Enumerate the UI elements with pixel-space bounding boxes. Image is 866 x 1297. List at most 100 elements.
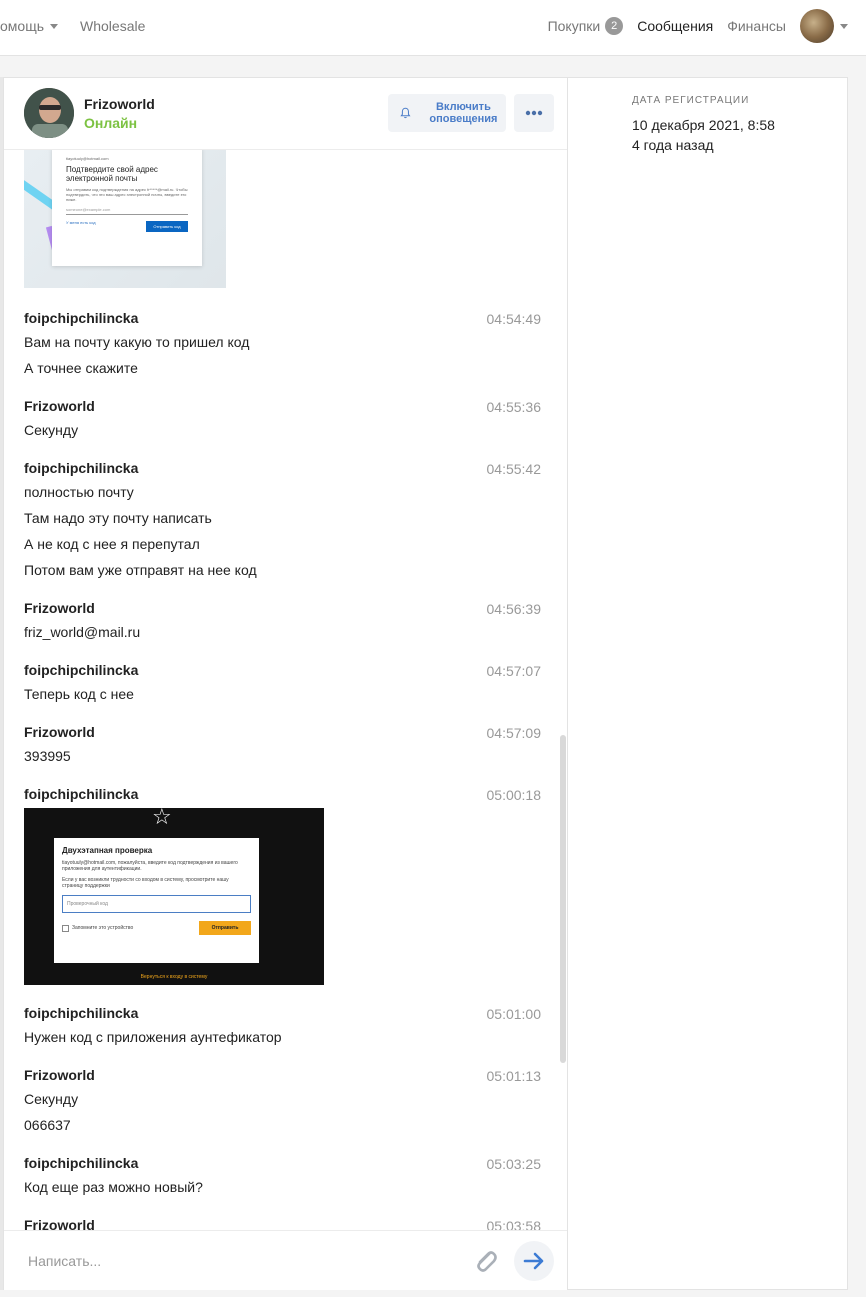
nav-messages-link[interactable]: Сообщения — [637, 18, 713, 34]
message-author[interactable]: foipchipchilincka — [24, 1005, 544, 1021]
message-time: 04:54:49 — [486, 311, 542, 327]
image-button: Отправить код — [146, 221, 188, 232]
purchases-count-badge: 2 — [605, 17, 624, 35]
message: foipchipchilincka 05:01:00 Нужен код с п… — [24, 1005, 544, 1047]
message-list-scrollbar[interactable] — [560, 735, 566, 1063]
registration-date: 10 декабря 2021, 8:58 — [632, 117, 775, 133]
message-composer: Написать... — [4, 1230, 567, 1290]
message-text: Вам на почту какую то пришел код — [24, 334, 250, 350]
nav-wholesale-link[interactable]: Wholesale — [80, 18, 145, 34]
message: Frizoworld 04:56:39 friz_world@mail.ru — [24, 600, 544, 642]
message-author[interactable]: Frizoworld — [24, 1067, 544, 1083]
chevron-down-icon[interactable] — [840, 23, 848, 29]
message-image-attachment[interactable]: tiayotuuly@hotmail.com Подтвердите свой … — [24, 150, 226, 288]
message-text: Секунду — [24, 1091, 79, 1107]
message: foipchipchilincka 05:03:25 Код еще раз м… — [24, 1155, 544, 1197]
message-time: 04:56:39 — [486, 601, 542, 617]
message-author[interactable]: foipchipchilincka — [24, 460, 544, 476]
message: foipchipchilincka 04:55:42 полностью поч… — [24, 460, 544, 580]
message-text: friz_world@mail.ru — [24, 624, 141, 640]
message-text: полностью почту — [24, 484, 134, 500]
message-time: 05:03:25 — [486, 1156, 542, 1172]
nav-wholesale-label: Wholesale — [80, 18, 146, 34]
message-text: А точнее скажите — [24, 360, 138, 376]
message: Frizoworld 05:03:58 — [24, 1217, 544, 1230]
contact-status: Онлайн — [84, 115, 138, 131]
image-link: Вернуться к входу в систему — [140, 974, 208, 980]
checkbox-icon — [62, 924, 69, 932]
registration-date-label: ДАТА РЕГИСТРАЦИИ — [632, 95, 750, 106]
message-time: 05:03:58 — [486, 1218, 542, 1230]
nav-purchases-link[interactable]: Покупки 2 — [548, 17, 624, 35]
image-field: someone@example.com — [66, 207, 188, 215]
message-author[interactable]: Frizoworld — [24, 398, 544, 414]
nav-finance-label: Финансы — [727, 18, 786, 34]
image-email-verify-card: tiayotuuly@hotmail.com Подтвердите свой … — [52, 150, 202, 266]
image-text: tiayotuuly@hotmail.com — [66, 156, 109, 161]
message-text: 066637 — [24, 1117, 71, 1133]
message-author[interactable]: foipchipchilincka — [24, 662, 544, 678]
image-text: tiayotuuly@hotmail.com, пожалуйста, введ… — [62, 860, 238, 872]
message-author[interactable]: Frizoworld — [24, 600, 544, 616]
enable-notifications-label: Включить оповещения — [429, 101, 498, 125]
nav-purchases-label: Покупки — [547, 18, 601, 34]
message-time: 04:55:36 — [486, 399, 542, 415]
image-text: Если у вас возникли трудности со входом … — [62, 877, 229, 889]
message-list: tiayotuuly@hotmail.com Подтвердите свой … — [4, 150, 567, 1230]
image-field: Проверочный код — [62, 895, 251, 913]
image-title: Подтвердите свой адрес электронной почты — [66, 165, 158, 183]
message-text: Там надо эту почту написать — [24, 510, 212, 526]
message-author[interactable]: Frizoworld — [24, 1217, 544, 1230]
message: Frizoworld 04:57:09 393995 — [24, 724, 544, 766]
message-author[interactable]: foipchipchilincka — [24, 1155, 544, 1171]
message-time: 04:55:42 — [486, 461, 542, 477]
nav-help-menu[interactable]: омощь — [0, 18, 59, 34]
message-time: 04:57:07 — [486, 663, 542, 679]
message-time: 05:01:13 — [486, 1068, 542, 1084]
message-input[interactable]: Написать... — [28, 1253, 101, 1269]
nav-finance-link[interactable]: Финансы — [727, 18, 786, 34]
message-time: 04:57:09 — [486, 725, 542, 741]
image-button: Отправить — [199, 921, 251, 935]
contact-name[interactable]: Frizoworld — [84, 96, 155, 112]
image-checkbox: Запомните это устройство — [62, 924, 133, 932]
star-icon: ☆ — [152, 808, 172, 829]
message-author[interactable]: foipchipchilincka — [24, 310, 544, 326]
message-text: Потом вам уже отправят на нее код — [24, 562, 257, 578]
message-time: 05:00:18 — [486, 787, 542, 803]
message-text: Секунду — [24, 422, 79, 438]
image-title: Двухэтапная проверка — [62, 846, 153, 855]
top-navbar: омощь Wholesale Покупки 2 Сообщения Фина… — [0, 0, 866, 56]
user-avatar[interactable] — [800, 9, 834, 43]
message-text: А не код с нее я перепутал — [24, 536, 200, 552]
more-options-button[interactable] — [514, 94, 554, 132]
arrow-right-icon — [523, 1252, 544, 1270]
send-button[interactable] — [514, 1241, 554, 1281]
nav-messages-label: Сообщения — [637, 18, 714, 34]
chat-panel: Frizoworld Онлайн Включить оповещения ti… — [3, 77, 568, 1290]
message-image-attachment[interactable]: ☆ Двухэтапная проверка tiayotuuly@hotmai… — [24, 808, 324, 985]
registration-ago: 4 года назад — [632, 137, 714, 153]
message: Frizoworld 05:01:13 Секунду 066637 — [24, 1067, 544, 1135]
message: foipchipchilincka 04:54:49 Вам на почту … — [24, 310, 544, 378]
message-time: 05:01:00 — [486, 1006, 542, 1022]
chat-header: Frizoworld Онлайн Включить оповещения — [4, 78, 567, 150]
bell-icon — [400, 107, 411, 119]
message: foipchipchilincka 04:57:07 Теперь код с … — [24, 662, 544, 704]
message: foipchipchilincka 05:00:18 — [24, 786, 544, 803]
contact-avatar[interactable] — [24, 88, 74, 138]
message-author[interactable]: foipchipchilincka — [24, 786, 544, 802]
message: Frizoworld 04:55:36 Секунду — [24, 398, 544, 440]
nav-help-label: омощь — [0, 18, 45, 34]
message-text: Теперь код с нее — [24, 686, 134, 702]
message-text: Код еще раз можно новый? — [24, 1179, 203, 1195]
image-text: Мы отправим код подтверждения на адрес f… — [66, 187, 188, 202]
paperclip-icon[interactable] — [470, 1245, 500, 1275]
chevron-down-icon — [50, 23, 59, 29]
message-text: 393995 — [24, 748, 71, 764]
message-author[interactable]: Frizoworld — [24, 724, 544, 740]
more-dots-icon — [525, 110, 543, 116]
message-text: Нужен код с приложения аунтефикатор — [24, 1029, 282, 1045]
profile-info-panel: ДАТА РЕГИСТРАЦИИ 10 декабря 2021, 8:58 4… — [568, 77, 848, 1290]
enable-notifications-button[interactable]: Включить оповещения — [388, 94, 506, 132]
